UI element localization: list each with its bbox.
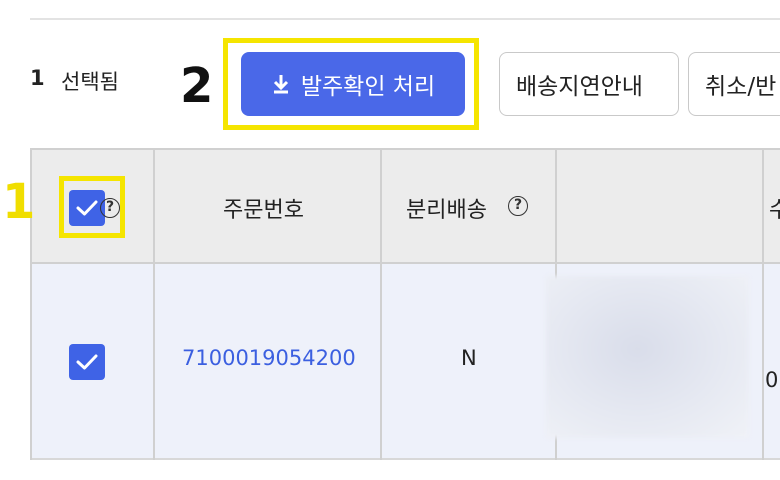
check-icon (76, 354, 98, 370)
column-divider (762, 148, 764, 460)
header-partial-column: 수 (769, 198, 780, 223)
annotation-step-2: 2 (180, 58, 214, 114)
table-header-row (30, 148, 780, 264)
column-divider (380, 148, 382, 460)
cancel-return-label: 취소/반 (705, 74, 777, 100)
blurred-product-image (546, 276, 749, 438)
delivery-delay-button[interactable]: 배송지연안내 (499, 52, 679, 116)
confirm-order-label: 발주확인 처리 (300, 74, 436, 100)
help-circle-icon[interactable]: ? (508, 196, 528, 216)
selected-count: 1 (30, 66, 45, 90)
top-divider (30, 18, 780, 20)
cancel-return-button[interactable]: 취소/반 (688, 52, 780, 116)
annotation-step-1: 1 (2, 174, 36, 230)
split-shipping-value: N (461, 346, 477, 370)
order-number-link[interactable]: 7100019054200 (182, 346, 356, 370)
download-icon (271, 73, 291, 95)
confirm-order-button[interactable]: 발주확인 처리 (241, 52, 465, 116)
annotation-highlight-select-all (59, 176, 125, 238)
partial-column-value: 0 (765, 368, 779, 392)
delivery-delay-label: 배송지연안내 (516, 74, 643, 100)
column-divider (153, 148, 155, 460)
header-order-number: 주문번호 (223, 198, 304, 223)
selected-label: 선택됨 (61, 70, 119, 94)
orders-table: ? 주문번호 분리배송 ? 수 7100019054200 N 0 (30, 148, 780, 460)
header-split-shipping: 분리배송 (406, 198, 487, 223)
row-checkbox[interactable] (69, 344, 105, 380)
